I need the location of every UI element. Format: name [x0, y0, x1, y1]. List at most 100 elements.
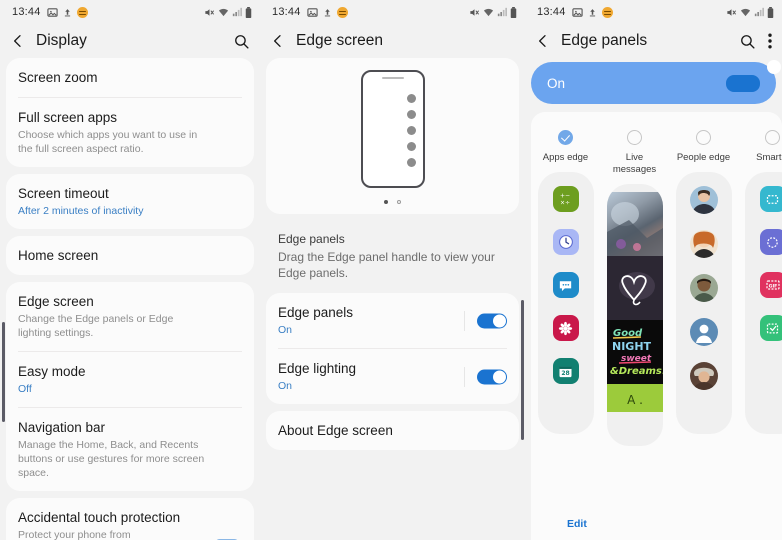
panel-item-apps-edge[interactable]: Apps edge +− ×÷ 28	[531, 130, 600, 446]
settings-group: Accidental touch protection Protect your…	[6, 498, 254, 540]
panel-checkbox-apps-edge[interactable]	[558, 130, 573, 145]
settings-row-accidental-touch-protection[interactable]: Accidental touch protection Protect your…	[18, 498, 242, 540]
status-left-icons	[46, 6, 88, 18]
edge-panels-toggle[interactable]	[477, 313, 507, 328]
page-title: Edge screen	[296, 32, 384, 49]
status-bar: 13:44	[525, 0, 782, 24]
illustration-pager[interactable]	[384, 200, 401, 204]
screen-edge-screen-settings: 13:44 Edge screen Edge panels Drag the E…	[260, 0, 525, 540]
calendar-icon: 28	[552, 358, 579, 384]
back-icon[interactable]	[270, 33, 286, 49]
edge-handle-dots	[406, 94, 416, 167]
row-title: Full screen apps	[18, 110, 118, 125]
divider	[464, 310, 465, 331]
row-subtitle: On	[278, 324, 293, 336]
edge-screen-content[interactable]: Edge panels Drag the Edge panel handle t…	[260, 58, 525, 540]
panel-preview-apps-edge: +− ×÷ 28	[537, 172, 594, 434]
svg-text:GIF: GIF	[768, 283, 777, 289]
row-subtitle: Off	[18, 383, 32, 395]
panel-checkbox-people-edge[interactable]	[696, 130, 711, 145]
phone-graphic	[360, 70, 425, 188]
app-bar-actions	[233, 33, 250, 50]
edge-lighting-toggle[interactable]	[477, 369, 507, 384]
settings-row-screen-zoom[interactable]: Screen zoom	[18, 58, 242, 97]
panel-label: Apps edge	[542, 152, 589, 163]
image-icon	[306, 7, 318, 18]
settings-row-edge-panels[interactable]: Edge panels On	[278, 293, 507, 348]
about-group: About Edge screen	[266, 411, 519, 450]
master-switch-toggle[interactable]	[726, 59, 781, 92]
mute-icon	[726, 7, 737, 18]
flower-icon	[552, 315, 579, 341]
contact-avatar-5	[689, 362, 718, 390]
edit-link[interactable]: Edit	[567, 518, 587, 530]
back-icon[interactable]	[10, 33, 26, 49]
status-left-icons	[306, 6, 348, 18]
signal-icon	[497, 7, 507, 17]
settings-list[interactable]: Screen zoom Full screen apps Choose whic…	[0, 58, 260, 540]
pager-dot-active[interactable]	[384, 200, 388, 204]
screen-edge-panels: 13:44 Edge panels On Apps edge +− ×÷ 28 …	[525, 0, 782, 540]
settings-row-full-screen-apps[interactable]: Full screen apps Choose which apps you w…	[18, 97, 242, 167]
row-subtitle: Manage the Home, Back, and Recents butto…	[18, 439, 205, 479]
panel-preview-people-edge	[675, 172, 732, 434]
panel-item-live-messages[interactable]: Live messages Good NIGHT sweet &Dreams! …	[600, 130, 669, 446]
signal-icon	[232, 7, 242, 17]
svg-text:+−: +−	[560, 193, 570, 200]
settings-row-about-edge-screen[interactable]: About Edge screen	[278, 411, 507, 450]
back-icon[interactable]	[535, 33, 551, 49]
search-icon[interactable]	[233, 33, 250, 50]
row-title: Home screen	[18, 248, 99, 263]
mute-icon	[204, 7, 215, 18]
section-description: Drag the Edge panel handle to view your …	[278, 250, 495, 280]
phone-speaker	[381, 77, 404, 79]
row-title: About Edge screen	[278, 423, 393, 438]
row-subtitle: On	[278, 380, 293, 392]
status-right-icons	[469, 6, 517, 18]
contact-avatar-3	[689, 274, 718, 302]
panel-item-people-edge[interactable]: People edge	[669, 130, 738, 446]
status-time: 13:44	[272, 6, 301, 18]
section-title: Edge panels	[278, 232, 345, 246]
panel-preview-smart-select: GIF	[744, 172, 782, 434]
edge-panels-section-header: Edge panels Drag the Edge panel handle t…	[260, 221, 525, 293]
row-subtitle: Choose which apps you want to use in the…	[18, 129, 198, 155]
signal-icon	[754, 7, 764, 17]
image-icon	[46, 7, 58, 18]
status-time: 13:44	[537, 6, 566, 18]
settings-row-screen-timeout[interactable]: Screen timeout After 2 minutes of inacti…	[18, 174, 242, 229]
vertical-scrollbar[interactable]	[521, 300, 524, 440]
wifi-icon	[483, 7, 494, 18]
battery-icon	[245, 6, 252, 18]
vertical-scrollbar[interactable]	[2, 322, 5, 422]
edge-panels-master-switch[interactable]: On	[531, 59, 781, 104]
app-bar: Display	[0, 24, 260, 58]
overflow-menu-icon[interactable]	[768, 33, 772, 49]
settings-row-easy-mode[interactable]: Easy mode Off	[18, 351, 242, 407]
settings-group: Screen zoom Full screen apps Choose whic…	[6, 58, 254, 167]
page-title: Display	[36, 32, 87, 49]
edge-panels-content: On Apps edge +− ×÷ 28 Live messages Good…	[525, 58, 782, 540]
search-icon[interactable]	[739, 33, 756, 50]
calculator-icon: +− ×÷	[552, 186, 579, 212]
smart-select-oval-icon	[759, 229, 782, 255]
svg-text:NIGHT: NIGHT	[612, 340, 652, 353]
status-bar: 13:44	[260, 0, 525, 24]
panel-checkbox-live-messages[interactable]	[627, 130, 642, 145]
emoji-icon	[336, 6, 348, 18]
panel-checkbox-smart-select[interactable]	[765, 130, 780, 145]
edge-toggles-group: Edge panels On Edge lighting On	[266, 293, 519, 404]
svg-text:28: 28	[561, 370, 569, 377]
row-title: Accidental touch protection	[18, 510, 181, 525]
clock-icon	[552, 229, 579, 255]
smart-select-rectangle-icon	[759, 186, 782, 212]
panel-item-smart-select[interactable]: Smart s GIF	[738, 130, 782, 446]
pager-dot[interactable]	[397, 200, 401, 204]
settings-row-navigation-bar[interactable]: Navigation bar Manage the Home, Back, an…	[18, 407, 242, 491]
settings-row-edge-screen[interactable]: Edge screen Change the Edge panels or Ed…	[18, 282, 242, 351]
edge-panels-chooser: Apps edge +− ×÷ 28 Live messages Good NI…	[531, 112, 782, 540]
settings-row-edge-lighting[interactable]: Edge lighting On	[278, 348, 507, 404]
mute-icon	[469, 7, 480, 18]
settings-row-home-screen[interactable]: Home screen	[18, 236, 242, 275]
row-title: Edge panels	[278, 305, 354, 320]
